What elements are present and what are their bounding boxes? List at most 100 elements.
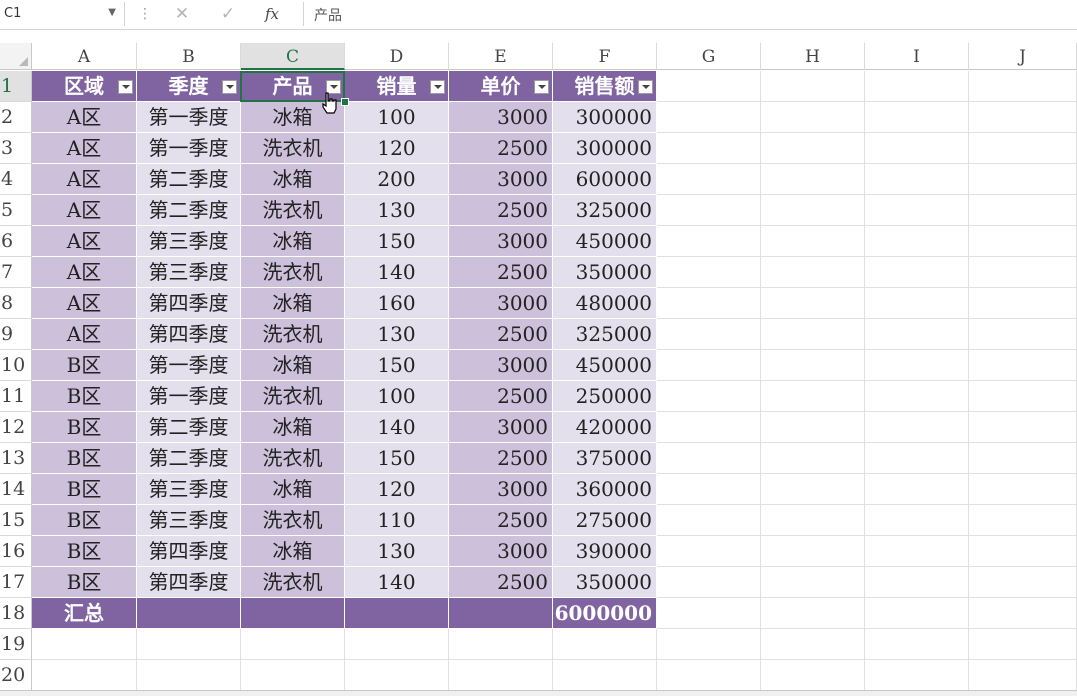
table-cell[interactable]: 第二季度: [137, 412, 241, 443]
table-cell[interactable]: 第四季度: [137, 536, 241, 567]
table-cell[interactable]: 100: [345, 102, 449, 133]
table-cell[interactable]: 325000: [553, 195, 657, 226]
table-cell[interactable]: 冰箱: [241, 474, 345, 505]
empty-cell[interactable]: [657, 350, 761, 381]
table-cell[interactable]: 第三季度: [137, 505, 241, 536]
table-cell[interactable]: 3000: [449, 288, 553, 319]
table-header-cell[interactable]: 季度: [137, 71, 241, 102]
empty-cell[interactable]: [761, 567, 865, 598]
row-header-18[interactable]: 18: [0, 598, 32, 629]
table-cell[interactable]: 第一季度: [137, 350, 241, 381]
column-header-e[interactable]: E: [449, 43, 553, 70]
table-cell[interactable]: 150: [345, 226, 449, 257]
table-cell[interactable]: 冰箱: [241, 226, 345, 257]
empty-cell[interactable]: [969, 474, 1077, 505]
row-header-20[interactable]: 20: [0, 660, 32, 691]
empty-cell[interactable]: [969, 257, 1077, 288]
table-cell[interactable]: 第二季度: [137, 195, 241, 226]
empty-cell[interactable]: [657, 195, 761, 226]
table-cell[interactable]: B区: [32, 505, 137, 536]
table-cell[interactable]: 洗衣机: [241, 133, 345, 164]
table-cell[interactable]: 第三季度: [137, 474, 241, 505]
row-header-19[interactable]: 19: [0, 629, 32, 660]
empty-cell[interactable]: [241, 629, 345, 660]
table-cell[interactable]: 300000: [553, 102, 657, 133]
table-cell[interactable]: 375000: [553, 443, 657, 474]
column-header-c[interactable]: C: [241, 43, 345, 70]
empty-cell[interactable]: [553, 629, 657, 660]
table-cell[interactable]: 3000: [449, 102, 553, 133]
empty-cell[interactable]: [241, 660, 345, 691]
empty-cell[interactable]: [657, 443, 761, 474]
empty-cell[interactable]: [969, 505, 1077, 536]
table-cell[interactable]: 洗衣机: [241, 381, 345, 412]
table-cell[interactable]: 洗衣机: [241, 505, 345, 536]
table-cell[interactable]: 2500: [449, 133, 553, 164]
empty-cell[interactable]: [865, 505, 969, 536]
empty-cell[interactable]: [657, 474, 761, 505]
empty-cell[interactable]: [657, 598, 761, 629]
table-cell[interactable]: 200: [345, 164, 449, 195]
empty-cell[interactable]: [969, 226, 1077, 257]
row-header-7[interactable]: 7: [0, 257, 32, 288]
table-cell[interactable]: 第二季度: [137, 164, 241, 195]
table-cell[interactable]: 480000: [553, 288, 657, 319]
table-cell[interactable]: 第三季度: [137, 257, 241, 288]
table-cell[interactable]: 洗衣机: [241, 567, 345, 598]
empty-cell[interactable]: [969, 381, 1077, 412]
table-cell[interactable]: 2500: [449, 505, 553, 536]
table-cell[interactable]: 120: [345, 474, 449, 505]
more-options-icon[interactable]: ⋮: [138, 6, 152, 22]
empty-cell[interactable]: [657, 660, 761, 691]
empty-cell[interactable]: [137, 629, 241, 660]
table-cell[interactable]: 冰箱: [241, 288, 345, 319]
empty-cell[interactable]: [657, 536, 761, 567]
empty-cell[interactable]: [761, 195, 865, 226]
empty-cell[interactable]: [969, 319, 1077, 350]
column-header-b[interactable]: B: [137, 43, 241, 70]
row-header-9[interactable]: 9: [0, 319, 32, 350]
table-cell[interactable]: 第一季度: [137, 381, 241, 412]
column-header-d[interactable]: D: [345, 43, 449, 70]
empty-cell[interactable]: [657, 319, 761, 350]
empty-cell[interactable]: [865, 598, 969, 629]
empty-cell[interactable]: [449, 660, 553, 691]
empty-cell[interactable]: [969, 660, 1077, 691]
check-icon[interactable]: ✓: [214, 3, 242, 25]
empty-cell[interactable]: [865, 71, 969, 102]
table-cell[interactable]: 600000: [553, 164, 657, 195]
row-header-17[interactable]: 17: [0, 567, 32, 598]
empty-cell[interactable]: [761, 412, 865, 443]
table-cell[interactable]: 2500: [449, 319, 553, 350]
table-cell[interactable]: 140: [345, 257, 449, 288]
row-header-11[interactable]: 11: [0, 381, 32, 412]
table-cell[interactable]: A区: [32, 102, 137, 133]
row-header-16[interactable]: 16: [0, 536, 32, 567]
table-cell[interactable]: 130: [345, 536, 449, 567]
empty-cell[interactable]: [657, 412, 761, 443]
empty-cell[interactable]: [865, 474, 969, 505]
empty-cell[interactable]: [865, 164, 969, 195]
table-cell[interactable]: 360000: [553, 474, 657, 505]
empty-cell[interactable]: [761, 133, 865, 164]
empty-cell[interactable]: [865, 567, 969, 598]
table-cell[interactable]: 洗衣机: [241, 257, 345, 288]
row-header-1[interactable]: 1: [0, 71, 32, 102]
table-cell[interactable]: A区: [32, 319, 137, 350]
table-cell[interactable]: 冰箱: [241, 164, 345, 195]
table-cell[interactable]: B区: [32, 443, 137, 474]
row-header-12[interactable]: 12: [0, 412, 32, 443]
empty-cell[interactable]: [865, 195, 969, 226]
column-header-g[interactable]: G: [657, 43, 761, 70]
table-cell[interactable]: 第一季度: [137, 133, 241, 164]
table-header-cell[interactable]: 销售额: [553, 71, 657, 102]
empty-cell[interactable]: [969, 629, 1077, 660]
table-cell[interactable]: B区: [32, 350, 137, 381]
empty-cell[interactable]: [969, 133, 1077, 164]
table-cell[interactable]: 390000: [553, 536, 657, 567]
table-cell[interactable]: 350000: [553, 257, 657, 288]
empty-cell[interactable]: [865, 319, 969, 350]
empty-cell[interactable]: [345, 660, 449, 691]
table-cell[interactable]: 100: [345, 381, 449, 412]
empty-cell[interactable]: [865, 536, 969, 567]
